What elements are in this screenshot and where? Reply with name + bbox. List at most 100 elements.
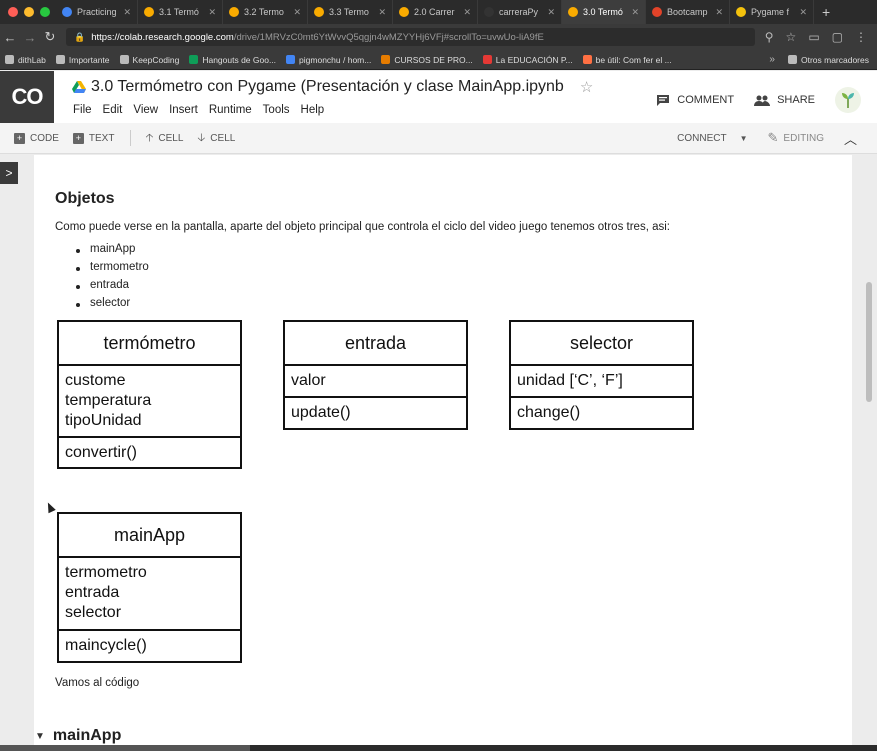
browser-tab[interactable]: 2.0 Carrer ✕ [393, 0, 478, 24]
bookmark-item[interactable]: KeepCoding [115, 55, 185, 65]
move-cell-up-button[interactable]: 🡡 CELL [145, 129, 183, 148]
header-actions: COMMENT SHARE [656, 87, 861, 113]
other-bookmarks[interactable]: Otros marcadores [783, 55, 877, 65]
bookmark-item[interactable]: CURSOS DE PRO... [376, 55, 477, 65]
uml-class-name: entrada [285, 322, 466, 366]
menu-insert[interactable]: Insert [169, 104, 198, 116]
bookmark-item[interactable]: Importante [51, 55, 115, 65]
bookmark-item[interactable]: dithLab [0, 55, 51, 65]
menu-runtime[interactable]: Runtime [209, 104, 252, 116]
uml-class-mainapp: mainApp termometro entrada selector main… [57, 512, 242, 663]
scrollbar-thumb[interactable] [866, 282, 872, 402]
star-icon[interactable]: ☆ [580, 78, 593, 96]
menu-tools[interactable]: Tools [263, 104, 290, 116]
menu-edit[interactable]: Edit [103, 104, 123, 116]
plant-avatar-icon [842, 93, 854, 108]
plus-icon: + [14, 132, 25, 144]
move-cell-down-button[interactable]: 🡣 CELL [197, 129, 235, 148]
close-tab-icon[interactable]: ✕ [208, 7, 216, 18]
notebook-title-row: 3.0 Termómetro con Pygame (Presentación … [72, 78, 593, 96]
section-header-mainapp[interactable]: ▼ mainApp [35, 727, 121, 745]
editing-mode-button[interactable]: ✎ EDITING [768, 130, 824, 146]
scrollbar-track[interactable] [852, 155, 877, 751]
youtube-icon [482, 55, 492, 64]
zoom-icon[interactable]: ⚲ [765, 30, 774, 44]
close-tab-icon[interactable]: ✕ [799, 7, 807, 18]
menu-help[interactable]: Help [301, 104, 325, 116]
arrow-up-icon: 🡡 [145, 131, 154, 144]
tab-favicon-icon [62, 7, 72, 17]
collapse-triangle-icon[interactable]: ▼ [35, 731, 45, 742]
comment-button[interactable]: COMMENT [656, 94, 734, 107]
close-tab-icon[interactable]: ✕ [378, 7, 386, 18]
add-text-button[interactable]: + TEXT [72, 132, 114, 144]
dropdown-arrow-icon: ▼ [739, 133, 748, 143]
maximize-window-button[interactable] [40, 7, 50, 17]
close-tab-icon[interactable]: ✕ [631, 7, 639, 18]
uml-attribute: entrada [65, 584, 120, 601]
notebook-title[interactable]: 3.0 Termómetro con Pygame (Presentación … [91, 78, 564, 96]
uml-attribute: termometro [65, 564, 147, 581]
pencil-icon: ✎ [767, 130, 779, 145]
new-tab-button[interactable]: + [814, 4, 838, 20]
site-favicon-icon [381, 55, 391, 64]
bookmark-item[interactable]: La EDUCACIÓN P... [478, 55, 578, 65]
extension-icon[interactable]: ▢ [832, 30, 843, 44]
more-bookmarks-button[interactable]: » [761, 54, 783, 65]
bookmark-star-icon[interactable]: ☆ [786, 30, 797, 44]
intro-text: Como puede verse en la pantalla, aparte … [55, 221, 670, 233]
connect-button[interactable]: CONNECT ▼ [677, 133, 747, 144]
comment-icon [657, 94, 670, 106]
people-icon [754, 95, 771, 106]
add-code-button[interactable]: + CODE [14, 132, 59, 144]
tab-favicon-icon [314, 7, 324, 17]
menu-view[interactable]: View [133, 104, 158, 116]
close-tab-icon[interactable]: ✕ [547, 7, 555, 18]
url-field[interactable]: 🔒 https://colab.research.google.com/driv… [66, 28, 755, 46]
close-tab-icon[interactable]: ✕ [463, 7, 471, 18]
section-heading: Objetos [55, 190, 115, 207]
browser-tab[interactable]: 3.3 Termo ✕ [308, 0, 393, 24]
minimize-window-button[interactable] [24, 7, 34, 17]
close-tab-icon[interactable]: ✕ [715, 7, 723, 18]
bookmark-item[interactable]: Hangouts de Goo... [184, 55, 281, 65]
browser-menu-icon[interactable]: ⋮ [855, 30, 867, 44]
menu-file[interactable]: File [73, 104, 92, 116]
collapse-header-icon[interactable]: ︿ [844, 129, 857, 148]
blogger-icon [582, 55, 592, 64]
uml-attribute: temperatura [65, 392, 152, 409]
menu-bar: File Edit View Insert Runtime Tools Help [73, 104, 324, 116]
browser-tab[interactable]: 3.2 Termo ✕ [223, 0, 308, 24]
avatar[interactable] [835, 87, 861, 113]
forward-arrow-icon[interactable]: → [20, 30, 40, 45]
browser-tab[interactable]: carreraPy ✕ [478, 0, 562, 24]
uml-attribute: unidad [‘C’, ‘F’] [517, 372, 623, 389]
tab-favicon-icon [399, 7, 409, 17]
close-tab-icon[interactable]: ✕ [293, 7, 301, 18]
browser-tab[interactable]: Pygame f ✕ [730, 0, 814, 24]
close-window-button[interactable] [8, 7, 18, 17]
colab-logo[interactable]: CO [0, 71, 54, 123]
reload-icon[interactable]: ↻ [40, 29, 60, 45]
tab-favicon-icon [568, 7, 578, 17]
browser-tab[interactable]: 3.1 Termó ✕ [138, 0, 223, 24]
sidebar-toggle-icon[interactable]: > [0, 162, 18, 184]
close-tab-icon[interactable]: ✕ [123, 7, 131, 18]
bookmark-item[interactable]: pigmonchu / hom... [281, 55, 376, 65]
toolbar-right: CONNECT ▼ ✎ EDITING ︿ [677, 129, 877, 148]
bottom-scrollbar-thumb[interactable] [0, 745, 250, 751]
bottom-scrollbar [0, 745, 877, 751]
cast-icon[interactable]: ▭ [808, 30, 819, 44]
uml-method: update() [291, 404, 351, 421]
browser-tab[interactable]: Practicing ✕ [56, 0, 138, 24]
uml-attributes: valor [285, 366, 466, 398]
folder-icon [5, 55, 14, 64]
bookmark-item[interactable]: be útil: Com fer el ... [578, 55, 677, 65]
uml-methods: update() [285, 398, 466, 428]
share-button[interactable]: SHARE [754, 94, 815, 106]
back-arrow-icon[interactable]: ← [0, 30, 20, 45]
browser-tab[interactable]: Bootcamp ✕ [646, 0, 730, 24]
uml-methods: convertir() [59, 438, 240, 468]
list-item: mainApp [76, 243, 149, 261]
browser-tab-active[interactable]: 3.0 Termó ✕ [562, 0, 646, 24]
